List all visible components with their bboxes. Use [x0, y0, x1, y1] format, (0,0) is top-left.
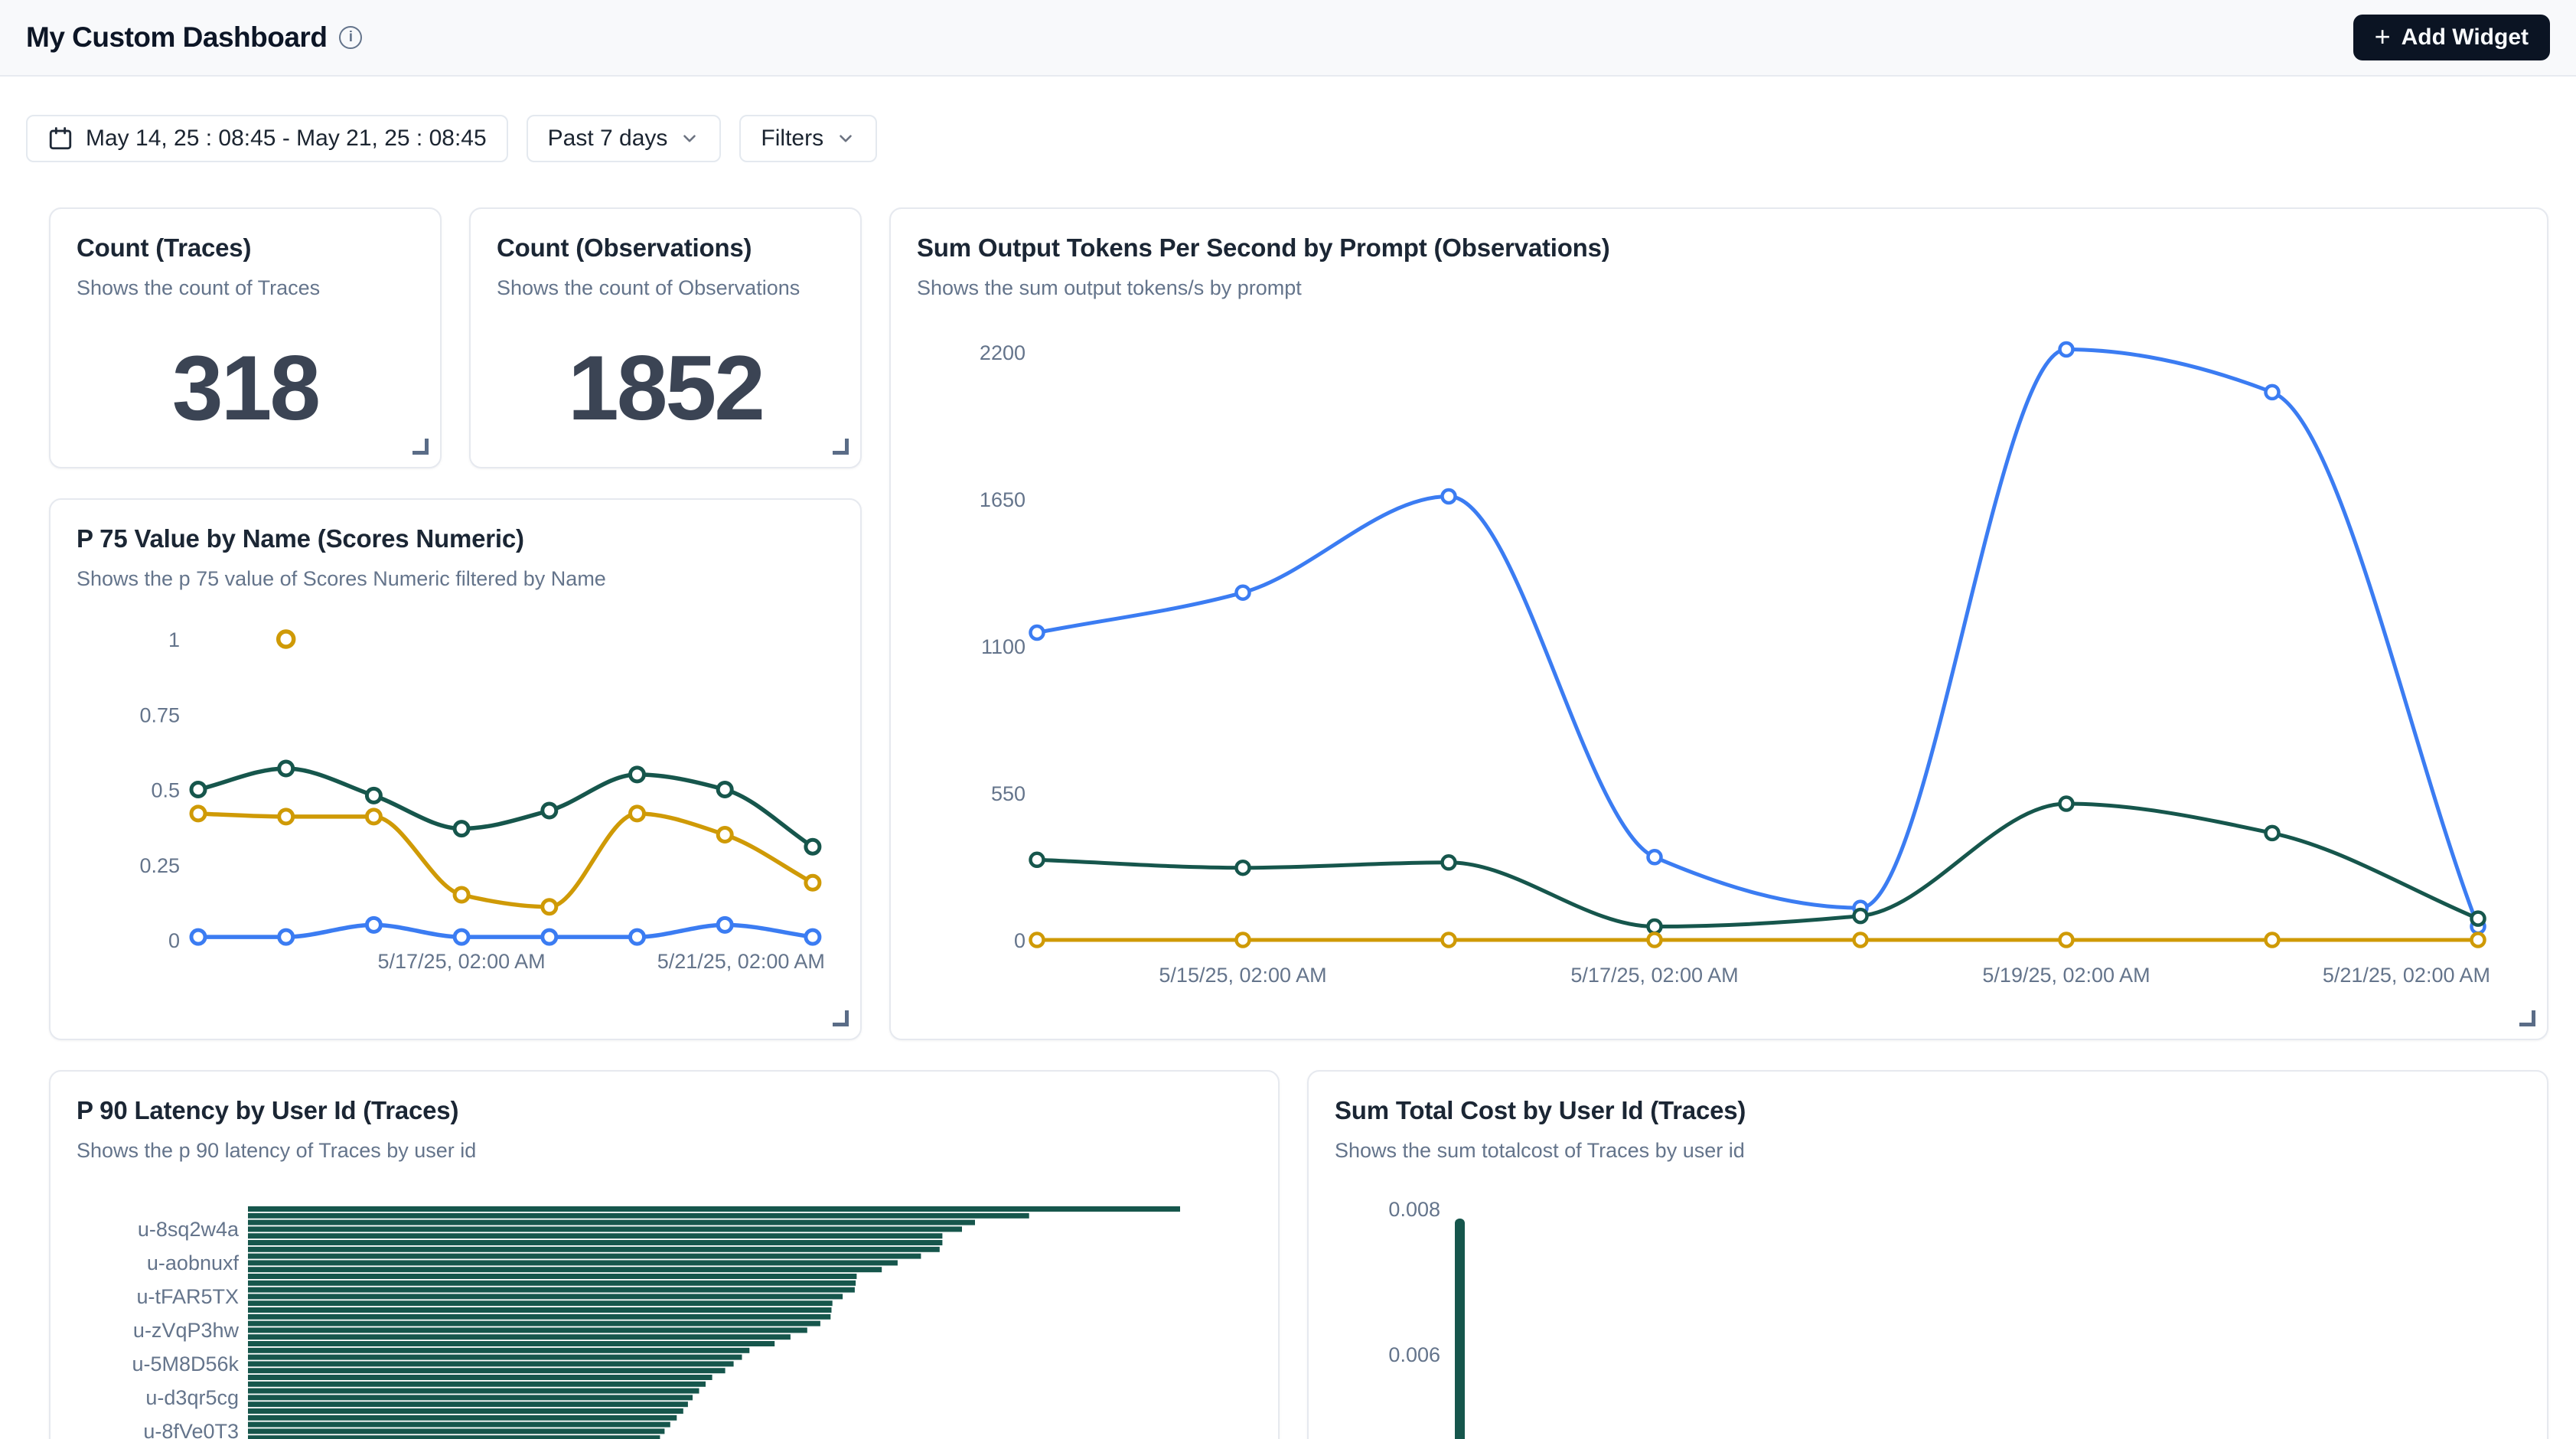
- p75-line-chart: 0 0.25 0.5 0.75 1 5/17/25, 02:00 AM 5/21/25, 0…: [51, 500, 862, 1040]
- svg-text:2200: 2200: [980, 341, 1026, 364]
- widget-subtitle: Shows the count of Observations: [497, 276, 834, 300]
- filter-row: May 14, 25 : 08:45 - May 21, 25 : 08:45 …: [26, 115, 877, 162]
- svg-text:u-5M8D56k: u-5M8D56k: [132, 1353, 239, 1375]
- date-range-picker[interactable]: May 14, 25 : 08:45 - May 21, 25 : 08:45: [26, 115, 508, 162]
- date-range-value: May 14, 25 : 08:45 - May 21, 25 : 08:45: [86, 126, 487, 152]
- svg-text:5/21/25, 02:00 AM: 5/21/25, 02:00 AM: [2323, 964, 2490, 987]
- plus-icon: +: [2375, 23, 2391, 51]
- svg-text:u-zVqP3hw: u-zVqP3hw: [133, 1319, 240, 1342]
- svg-text:5/15/25, 02:00 AM: 5/15/25, 02:00 AM: [1159, 964, 1326, 987]
- svg-text:550: 550: [991, 782, 1026, 805]
- resize-handle[interactable]: [412, 439, 429, 455]
- svg-text:5/19/25, 02:00 AM: 5/19/25, 02:00 AM: [1982, 964, 2150, 987]
- preset-dropdown[interactable]: Past 7 days: [527, 115, 722, 162]
- cost-bar-chart: 0.008 0.006: [1309, 1072, 2548, 1439]
- resize-handle[interactable]: [2519, 1010, 2535, 1026]
- header-bar: My Custom Dashboard i + Add Widget: [0, 0, 2576, 77]
- widget-title: Count (Traces): [77, 233, 414, 263]
- chevron-down-icon: [836, 129, 856, 148]
- widget-count-observations: Count (Observations) Shows the count of …: [469, 207, 862, 468]
- widget-cost-bar-chart: Sum Total Cost by User Id (Traces) Shows…: [1307, 1070, 2548, 1439]
- svg-text:1650: 1650: [980, 488, 1026, 511]
- svg-text:0.75: 0.75: [139, 703, 180, 726]
- widget-p75-line-chart: P 75 Value by Name (Scores Numeric) Show…: [49, 498, 862, 1040]
- widget-subtitle: Shows the count of Traces: [77, 276, 414, 300]
- svg-text:0.5: 0.5: [151, 779, 180, 802]
- svg-text:u-8fVe0T3: u-8fVe0T3: [143, 1420, 239, 1439]
- svg-text:5/17/25, 02:00 AM: 5/17/25, 02:00 AM: [378, 950, 546, 973]
- widget-p90-bar-chart: P 90 Latency by User Id (Traces) Shows t…: [49, 1070, 1280, 1439]
- preset-value: Past 7 days: [548, 126, 668, 152]
- svg-text:u-d3qr5cg: u-d3qr5cg: [145, 1386, 239, 1409]
- tokens-line-chart: 0 550 1100 1650 2200 5/15/25, 02:00 AM 5/17/25…: [891, 209, 2548, 1040]
- filters-dropdown[interactable]: Filters: [739, 115, 877, 162]
- add-widget-label: Add Widget: [2402, 24, 2529, 51]
- svg-text:5/17/25, 02:00 AM: 5/17/25, 02:00 AM: [1570, 964, 1738, 987]
- svg-text:u-tFAR5TX: u-tFAR5TX: [136, 1285, 239, 1308]
- svg-text:0: 0: [168, 929, 180, 952]
- svg-text:1100: 1100: [981, 635, 1026, 658]
- svg-text:0.008: 0.008: [1388, 1198, 1440, 1221]
- resize-handle[interactable]: [833, 1010, 849, 1026]
- svg-text:u-aobnuxf: u-aobnuxf: [147, 1251, 240, 1274]
- count-value: 318: [51, 331, 440, 444]
- widget-count-traces: Count (Traces) Shows the count of Traces…: [49, 207, 442, 468]
- svg-text:u-8sq2w4a: u-8sq2w4a: [138, 1218, 240, 1241]
- filters-label: Filters: [761, 126, 823, 152]
- widget-tokens-line-chart: Sum Output Tokens Per Second by Prompt (…: [889, 207, 2548, 1040]
- info-icon[interactable]: i: [339, 26, 362, 49]
- count-value: 1852: [471, 331, 860, 444]
- widget-title: Count (Observations): [497, 233, 834, 263]
- svg-text:1: 1: [168, 628, 180, 651]
- svg-text:0.25: 0.25: [139, 854, 180, 877]
- p90-bar-chart: u-8sq2w4a u-aobnuxf u-tFAR5TX u-zVqP3hw u-5M…: [51, 1072, 1280, 1439]
- calendar-icon: [47, 126, 73, 152]
- add-widget-button[interactable]: + Add Widget: [2353, 15, 2550, 60]
- resize-handle[interactable]: [833, 439, 849, 455]
- svg-text:0: 0: [1014, 929, 1026, 952]
- svg-text:0.006: 0.006: [1388, 1343, 1440, 1366]
- page-title: My Custom Dashboard: [26, 21, 327, 54]
- chevron-down-icon: [680, 129, 699, 148]
- svg-text:5/21/25, 02:00 AM: 5/21/25, 02:00 AM: [657, 950, 825, 973]
